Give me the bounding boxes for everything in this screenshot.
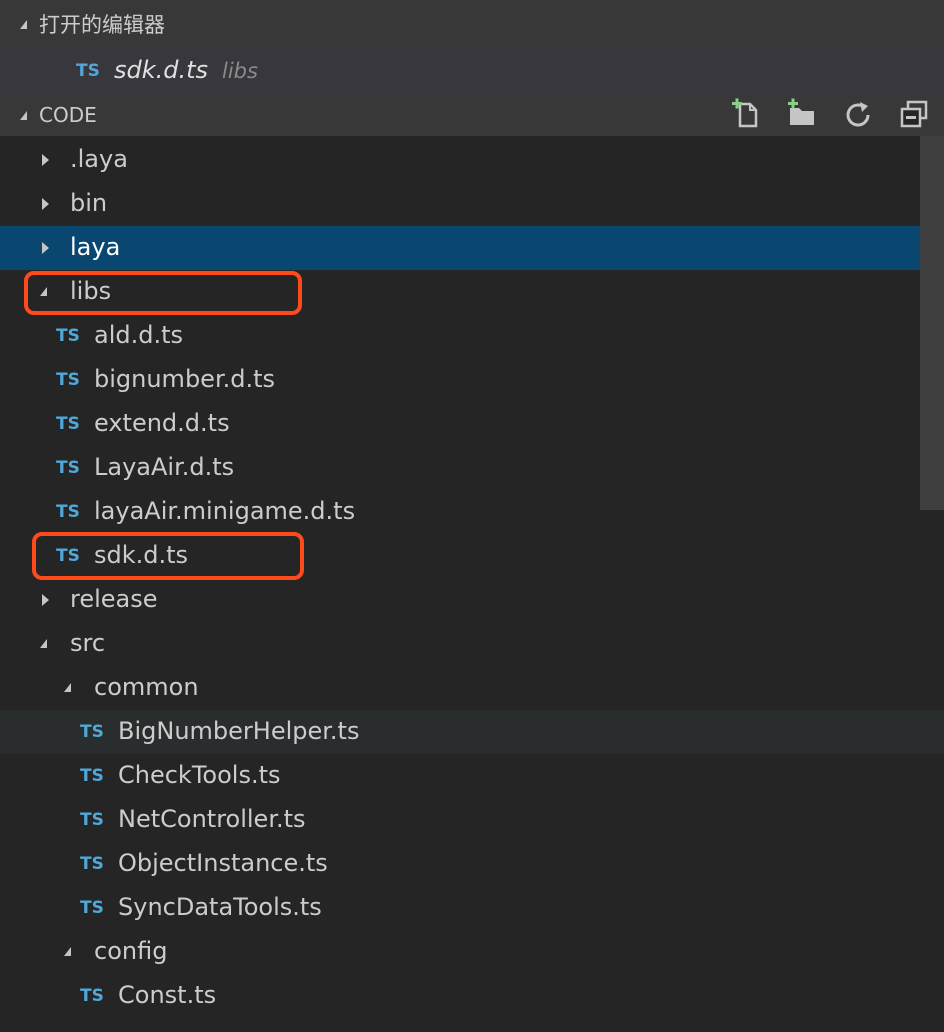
file-row[interactable]: TS CheckTools.ts (0, 754, 944, 798)
open-editors-title: 打开的编辑器 (39, 13, 165, 37)
file-row[interactable]: TS ObjectInstance.ts (0, 842, 944, 886)
explorer-title: CODE (39, 103, 97, 127)
folder-label: config (94, 937, 168, 965)
new-file-icon[interactable] (728, 96, 764, 132)
typescript-file-icon: TS (80, 854, 104, 874)
file-label: BigNumberHelper.ts (118, 717, 360, 745)
open-editors-header[interactable]: 打开的编辑器 (0, 0, 944, 48)
folder-label: .laya (70, 145, 128, 173)
file-row[interactable]: TS Const.ts (0, 974, 944, 1018)
typescript-file-icon: TS (80, 766, 104, 786)
folder-row[interactable]: src (0, 622, 944, 666)
typescript-file-icon: TS (56, 370, 80, 390)
chevron-right-icon (42, 154, 49, 166)
file-row[interactable]: TS layaAir.minigame.d.ts (0, 490, 944, 534)
file-label: LayaAir.d.ts (94, 453, 235, 481)
folder-label: release (70, 585, 158, 613)
typescript-file-icon: TS (80, 986, 104, 1006)
file-row[interactable]: TS SyncDataTools.ts (0, 886, 944, 930)
file-label: Const.ts (118, 981, 217, 1009)
folder-label: src (70, 629, 106, 657)
file-label: ObjectInstance.ts (118, 849, 328, 877)
file-row[interactable]: TS BigNumberHelper.ts (0, 710, 944, 754)
typescript-file-icon: TS (56, 458, 80, 478)
chevron-down-icon (64, 683, 71, 692)
chevron-down-icon (20, 110, 27, 120)
folder-row[interactable]: common (0, 666, 944, 710)
folder-row[interactable]: release (0, 578, 944, 622)
file-row[interactable]: TS bignumber.d.ts (0, 358, 944, 402)
refresh-icon[interactable] (840, 96, 876, 132)
chevron-down-icon (20, 19, 27, 29)
folder-label: bin (70, 189, 108, 217)
typescript-file-icon: TS (80, 898, 104, 918)
folder-row[interactable]: config (0, 930, 944, 974)
folder-label: laya (70, 233, 121, 261)
typescript-file-icon: TS (56, 502, 80, 522)
folder-row[interactable]: laya (0, 226, 920, 270)
typescript-file-icon: TS (80, 722, 104, 742)
typescript-file-icon: TS (76, 61, 100, 81)
typescript-file-icon: TS (80, 810, 104, 830)
file-label: CheckTools.ts (118, 761, 281, 789)
folder-label: common (94, 673, 199, 701)
file-label: SyncDataTools.ts (118, 893, 322, 921)
sdk-highlight-box (32, 532, 304, 580)
open-editor-folder: libs (222, 59, 258, 83)
collapse-all-icon[interactable] (896, 96, 932, 132)
chevron-down-icon (40, 639, 47, 648)
typescript-file-icon: TS (56, 414, 80, 434)
file-label: layaAir.minigame.d.ts (94, 497, 356, 525)
file-row[interactable]: TS extend.d.ts (0, 402, 944, 446)
file-label: bignumber.d.ts (94, 365, 276, 393)
file-row[interactable]: TS LayaAir.d.ts (0, 446, 944, 490)
typescript-file-icon: TS (56, 326, 80, 346)
file-label: ald.d.ts (94, 321, 184, 349)
chevron-right-icon (42, 242, 49, 254)
chevron-down-icon (64, 947, 71, 956)
file-label: NetController.ts (118, 805, 306, 833)
libs-highlight-box (24, 271, 302, 315)
open-editor-filename: sdk.d.ts (114, 56, 209, 84)
file-row[interactable]: TS NetController.ts (0, 798, 944, 842)
chevron-right-icon (42, 594, 49, 606)
folder-row[interactable]: .laya (0, 138, 944, 182)
new-folder-icon[interactable] (784, 96, 820, 132)
folder-row[interactable]: bin (0, 182, 944, 226)
file-row[interactable]: TS ald.d.ts (0, 314, 944, 358)
file-label: extend.d.ts (94, 409, 230, 437)
chevron-right-icon (42, 198, 49, 210)
open-editor-item[interactable]: TS sdk.d.ts libs (0, 48, 944, 94)
